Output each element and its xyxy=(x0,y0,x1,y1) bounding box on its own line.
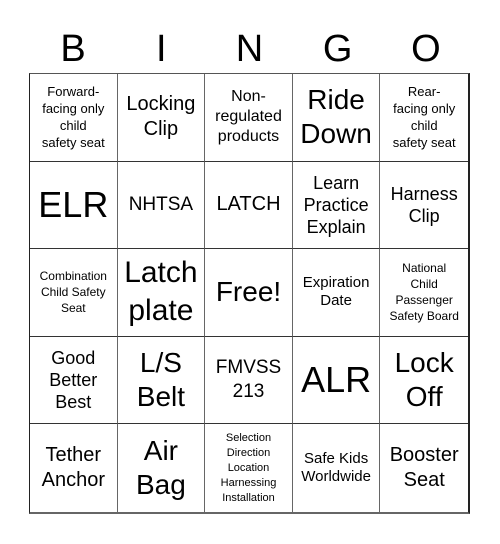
bingo-cell[interactable]: Locking Clip xyxy=(117,74,206,162)
cell-text: ALR xyxy=(301,359,372,401)
bingo-cell[interactable]: LATCH xyxy=(205,161,293,250)
header-letter-g: G xyxy=(322,28,353,70)
cell-text: Tether Anchor xyxy=(41,444,105,492)
bingo-cell[interactable]: Good Better Best xyxy=(30,336,118,425)
bingo-cell[interactable]: Selection Direction Location Harnessing … xyxy=(205,424,293,512)
cell-text: Forward- facing only child safety seat xyxy=(41,84,105,151)
bingo-cell[interactable]: Non- regulated products xyxy=(205,74,293,162)
bingo-cell[interactable]: Expiration Date xyxy=(292,249,381,337)
header-letter-b: B xyxy=(60,28,86,70)
cell-text: Ride Down xyxy=(300,84,372,150)
bingo-cell[interactable]: Air Bag xyxy=(118,424,206,512)
cell-text: Selection Direction Location Harnessing … xyxy=(220,431,277,504)
bingo-cell[interactable]: Rear- facing only child safety seat xyxy=(380,74,468,162)
cell-text: Rear- facing only child safety seat xyxy=(392,84,456,151)
cell-text: Free! xyxy=(215,276,282,308)
bingo-cell[interactable]: NHTSA xyxy=(117,161,206,250)
cell-text: FMVSS 213 xyxy=(215,357,282,403)
cell-text: Non- regulated products xyxy=(215,88,282,146)
cell-text: Locking Clip xyxy=(126,93,196,141)
bingo-cell[interactable]: ELR xyxy=(30,161,118,250)
header-letter-o: O xyxy=(411,28,441,70)
header-letter-i: I xyxy=(156,28,167,70)
free-space-cell[interactable]: Free! xyxy=(205,249,293,337)
cell-text: ELR xyxy=(38,183,109,225)
cell-text: LATCH xyxy=(216,193,281,216)
bingo-cell[interactable]: Latch plate xyxy=(117,249,206,337)
bingo-cell[interactable]: Lock Off xyxy=(380,337,468,425)
bingo-cell[interactable]: Booster Seat xyxy=(380,424,468,512)
cell-text: Good Better Best xyxy=(49,348,98,413)
cell-text: Combination Child Safety Seat xyxy=(39,269,107,316)
cell-text: Booster Seat xyxy=(389,444,459,492)
bingo-cell[interactable]: Forward- facing only child safety seat xyxy=(30,74,118,162)
cell-text: NHTSA xyxy=(128,193,194,215)
bingo-header: B I N G O xyxy=(29,26,470,72)
cell-text: Safe Kids Worldwide xyxy=(301,450,371,486)
cell-text: Expiration Date xyxy=(302,274,370,310)
bingo-cell[interactable]: Learn Practice Explain xyxy=(292,161,381,250)
bingo-cell[interactable]: FMVSS 213 xyxy=(205,336,293,425)
bingo-cell[interactable]: L/S Belt xyxy=(117,336,206,425)
bingo-cell[interactable]: Safe Kids Worldwide xyxy=(293,424,381,512)
bingo-cell[interactable]: Tether Anchor xyxy=(30,424,118,512)
cell-text: Air Bag xyxy=(135,435,186,501)
cell-text: Learn Practice Explain xyxy=(303,172,369,237)
cell-text: National Child Passenger Safety Board xyxy=(389,261,459,324)
bingo-grid: Forward- facing only child safety seat L… xyxy=(29,73,470,514)
bingo-cell[interactable]: Combination Child Safety Seat xyxy=(30,249,118,337)
cell-text: L/S Belt xyxy=(136,347,186,413)
cell-text: Lock Off xyxy=(394,347,454,413)
bingo-cell[interactable]: Harness Clip xyxy=(380,162,468,250)
header-letter-n: N xyxy=(235,28,264,70)
bingo-cell[interactable]: National Child Passenger Safety Board xyxy=(380,249,468,337)
cell-text: Harness Clip xyxy=(390,183,458,226)
bingo-cell[interactable]: Ride Down xyxy=(292,74,381,162)
cell-text: Latch plate xyxy=(124,256,198,328)
bingo-cell[interactable]: ALR xyxy=(292,336,381,425)
